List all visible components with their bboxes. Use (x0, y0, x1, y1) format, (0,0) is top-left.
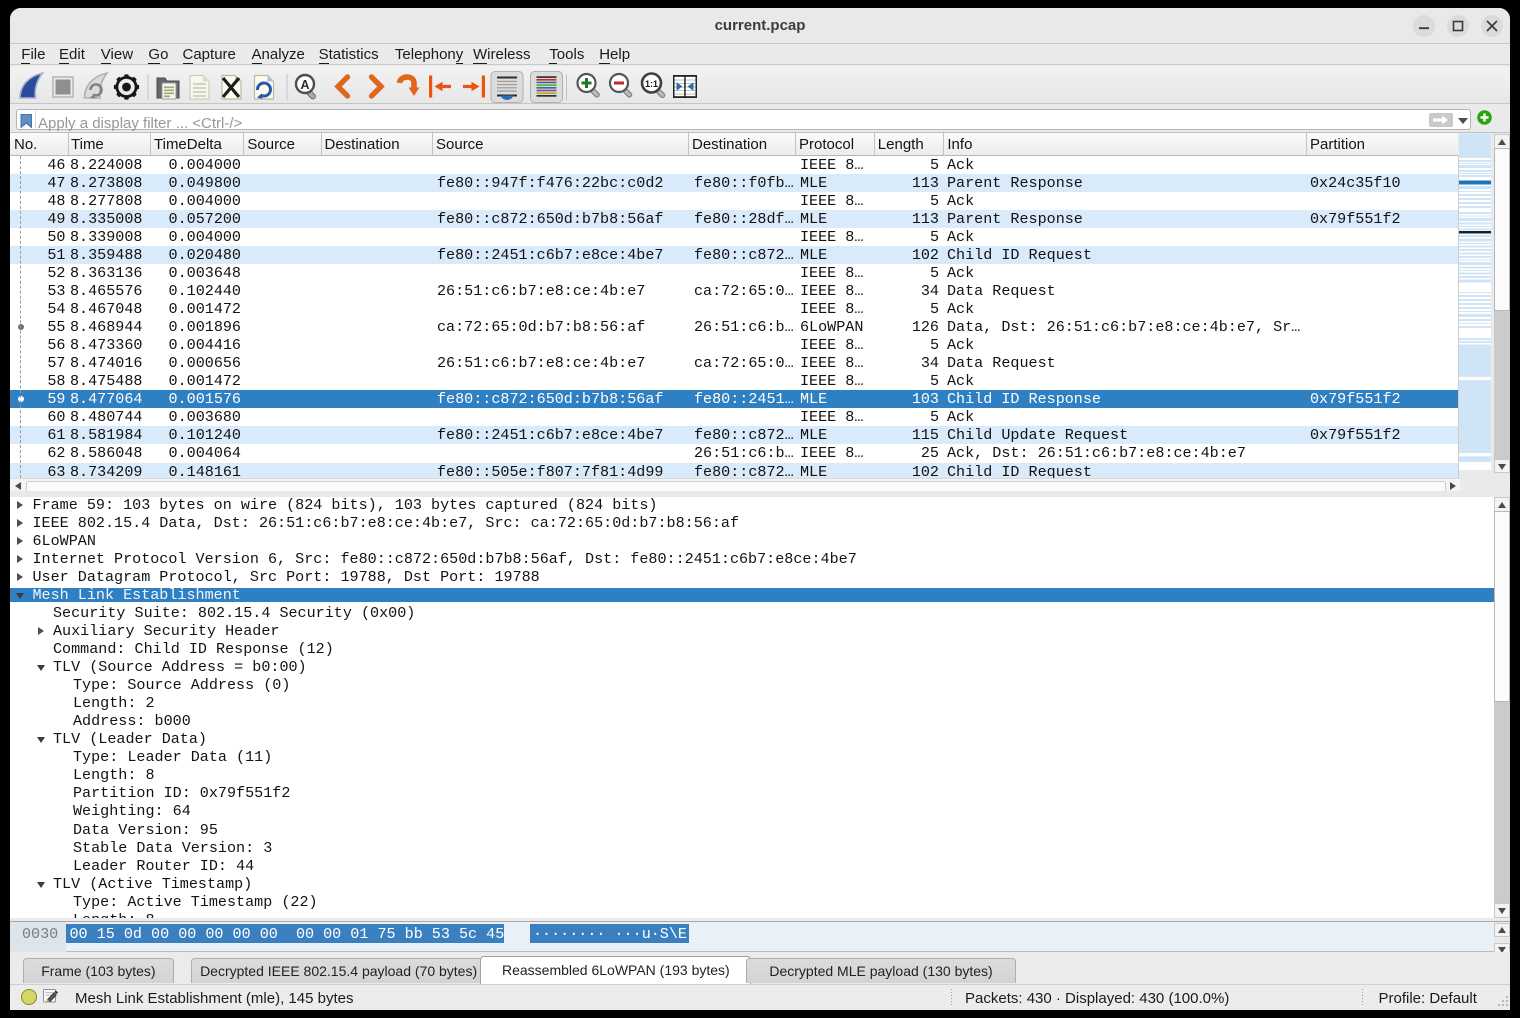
svg-text:A: A (300, 78, 309, 92)
svg-text:1:1: 1:1 (645, 79, 658, 89)
